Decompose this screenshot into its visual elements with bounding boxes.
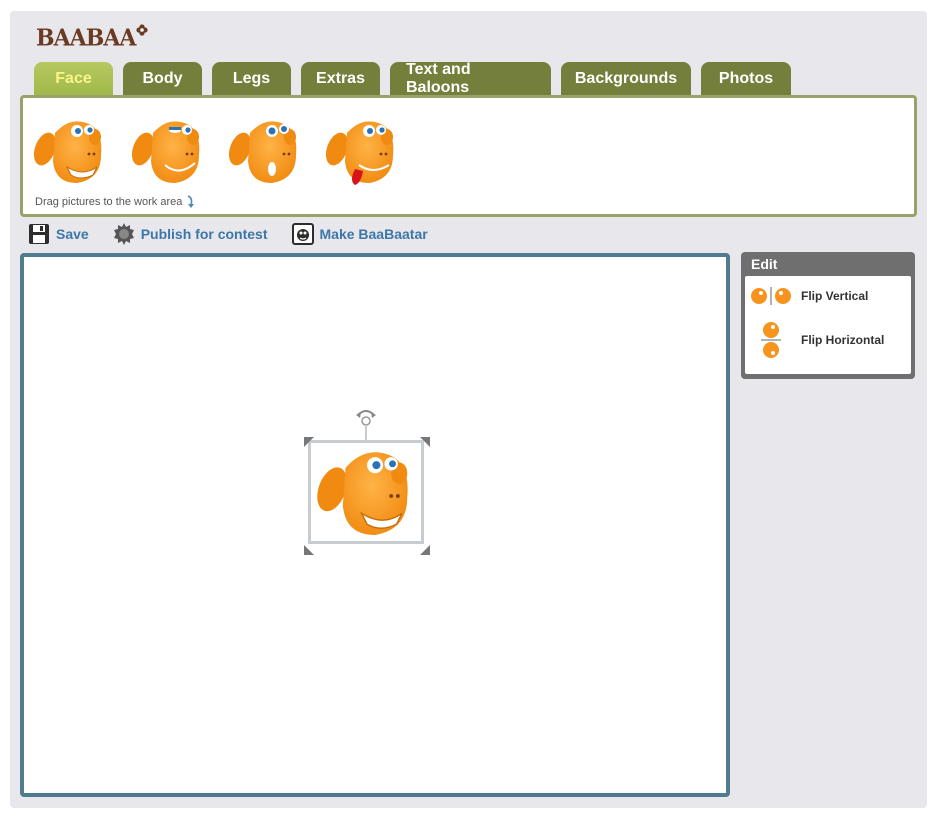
publish-for-contest-button[interactable]: Publish for contest	[113, 223, 268, 245]
flip-horizontal-label: Flip Horizontal	[801, 333, 885, 347]
baabaa-logo[interactable]: BAABAA	[36, 24, 149, 54]
palette-item-face-tongue[interactable]	[323, 113, 403, 189]
avatar-frame-icon	[291, 223, 314, 245]
flip-vertical-icon	[751, 287, 791, 305]
work-area-canvas[interactable]	[20, 253, 730, 797]
toolbar: Save Publish for contest Make BaaBaatar	[28, 223, 428, 245]
sheep-face-sticker	[317, 452, 408, 535]
make-baabaatar-label: Make BaaBaatar	[319, 226, 428, 242]
face-palette: Drag pictures to the work area	[20, 95, 917, 217]
selected-sticker[interactable]	[304, 410, 430, 555]
flip-vertical-button[interactable]: Flip Vertical	[749, 286, 868, 306]
publish-label: Publish for contest	[140, 226, 268, 242]
tab-text-and-baloons[interactable]: Text and Baloons	[390, 61, 551, 96]
drag-hint: Drag pictures to the work area	[35, 195, 195, 209]
award-seal-icon	[113, 223, 134, 245]
palette-item-face-surprised[interactable]	[226, 113, 306, 189]
tab-extras[interactable]: Extras	[301, 62, 380, 96]
flip-horizontal-button[interactable]: Flip Horizontal	[749, 320, 884, 360]
floppy-disk-icon	[29, 224, 49, 244]
tab-body[interactable]: Body	[123, 62, 202, 96]
tab-face[interactable]: Face	[34, 62, 113, 96]
make-baabaatar-button[interactable]: Make BaaBaatar	[291, 223, 428, 245]
palette-item-face-wink[interactable]	[129, 113, 209, 189]
tab-photos[interactable]: Photos	[701, 62, 791, 96]
logo-text: BAABAA	[36, 24, 136, 52]
edit-panel-body: Flip Vertical Flip Horizontal	[745, 276, 911, 374]
flip-vertical-label: Flip Vertical	[801, 289, 869, 303]
tab-backgrounds[interactable]: Backgrounds	[561, 62, 691, 96]
app-frame: BAABAA Face Body Legs Extras Text and Ba…	[10, 11, 927, 808]
save-label: Save	[56, 226, 89, 242]
logo-flower-icon	[136, 24, 149, 36]
tab-legs[interactable]: Legs	[212, 62, 291, 96]
category-tabs: Face Body Legs Extras Text and Baloons B…	[34, 61, 791, 96]
flip-horizontal-icon	[761, 322, 781, 358]
save-button[interactable]: Save	[28, 223, 89, 245]
edit-panel-title: Edit	[751, 256, 778, 272]
rotate-handle-icon[interactable]	[354, 407, 378, 441]
curved-arrow-icon	[188, 195, 195, 208]
drag-hint-text: Drag pictures to the work area	[35, 196, 183, 208]
palette-item-face-grin[interactable]	[31, 113, 111, 189]
edit-panel: Edit Flip Vertical Flip Horizontal	[741, 252, 915, 379]
